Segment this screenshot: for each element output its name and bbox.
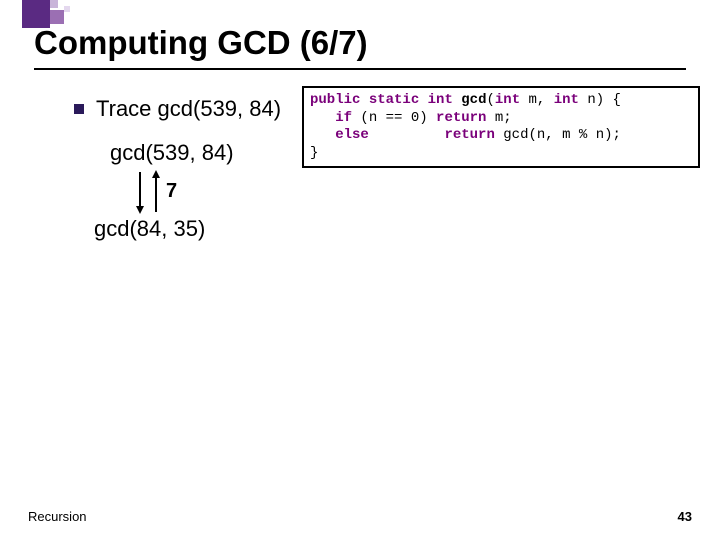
type-int-1: int — [428, 92, 453, 108]
kw-public: public — [310, 92, 360, 108]
ret-m: m; — [486, 110, 511, 126]
fn-name: gcd — [461, 92, 486, 108]
recursion-arrows-icon — [130, 170, 170, 214]
kw-return-2: return — [444, 127, 494, 143]
code-content: public static int gcd(int m, int n) { if… — [310, 92, 692, 162]
param-m: m, — [520, 92, 554, 108]
type-int-3: int — [554, 92, 579, 108]
type-int-2: int — [495, 92, 520, 108]
slide-title: Computing GCD (6/7) — [34, 24, 368, 62]
bullet-text: Trace gcd(539, 84) — [96, 96, 281, 122]
title-underline — [34, 68, 686, 70]
code-box: public static int gcd(int m, int n) { if… — [302, 86, 700, 168]
cond-2: (n == 0) — [352, 110, 436, 126]
ret-rec: gcd(n, m % n); — [495, 127, 621, 143]
kw-return-1: return — [436, 110, 486, 126]
kw-if: if — [335, 110, 352, 126]
kw-static: static — [369, 92, 419, 108]
trace-call-2: gcd(84, 35) — [94, 216, 205, 242]
trace-call-1: gcd(539, 84) — [110, 140, 234, 166]
trace-return-value: 7 — [166, 180, 177, 203]
footer-page-number: 43 — [678, 509, 692, 524]
indent-3 — [310, 127, 335, 143]
footer-left: Recursion — [28, 509, 87, 524]
close-brace: } — [310, 145, 318, 161]
decor-square-small-1 — [50, 0, 58, 8]
param-n: n) { — [579, 92, 621, 108]
kw-else: else — [335, 127, 369, 143]
decor-square-small-2 — [64, 6, 70, 12]
decor-square-mid — [50, 10, 64, 24]
bullet-row: Trace gcd(539, 84) — [74, 96, 281, 122]
spaces-3 — [369, 127, 445, 143]
indent-2 — [310, 110, 335, 126]
bullet-square-icon — [74, 104, 84, 114]
